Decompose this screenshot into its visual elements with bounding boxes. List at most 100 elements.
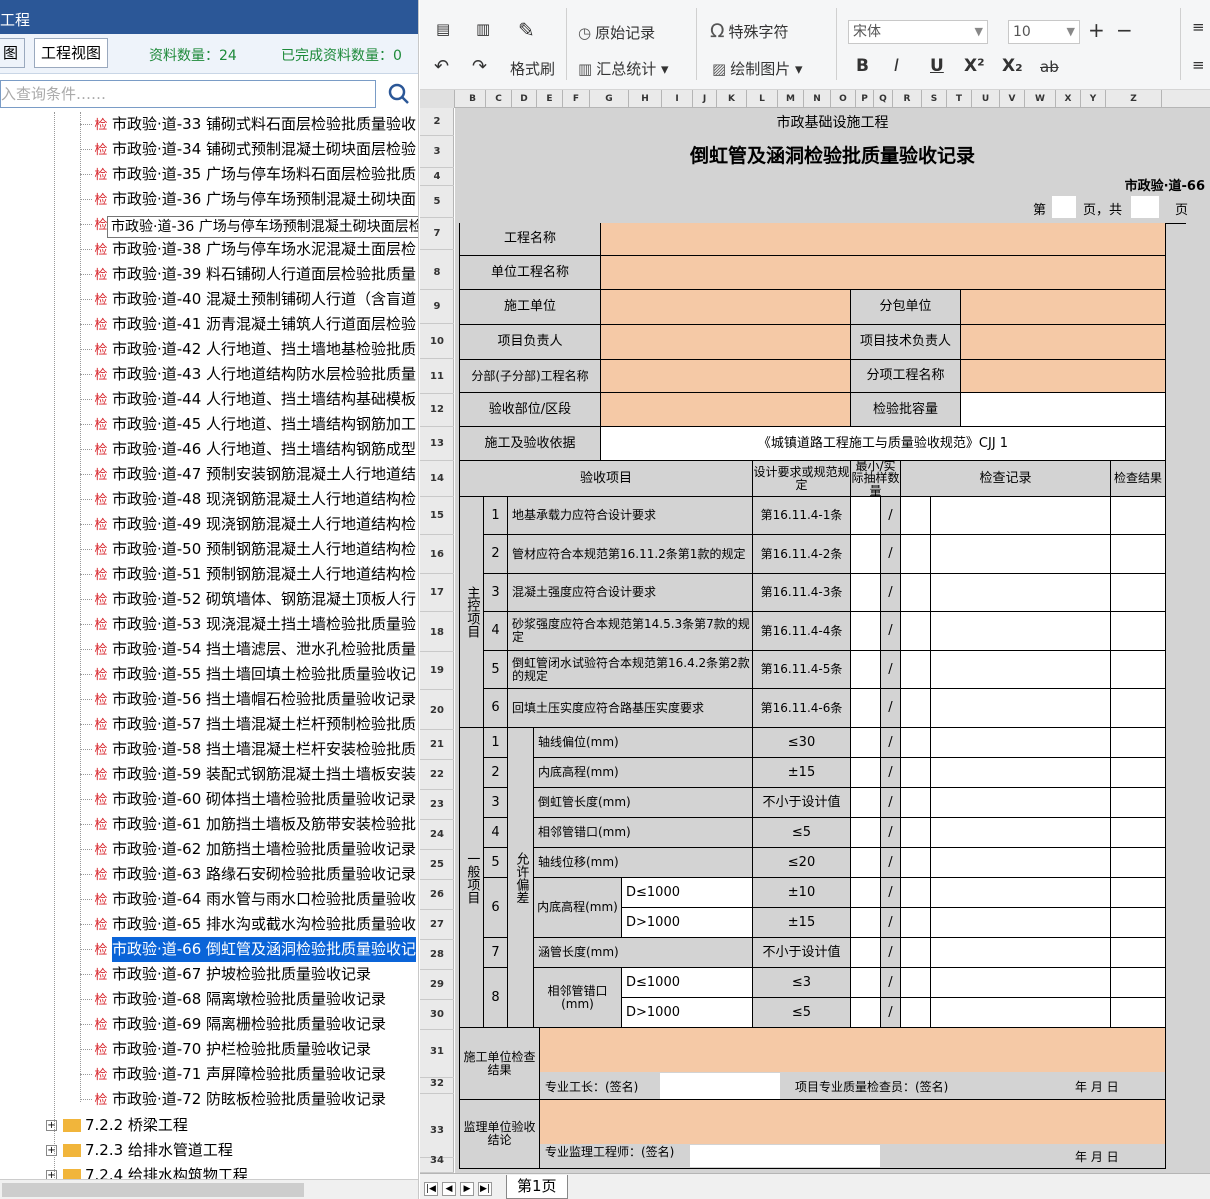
row-header-cell[interactable]: 16: [420, 535, 454, 574]
check-result[interactable]: [1111, 574, 1166, 612]
sample-min[interactable]: [851, 998, 881, 1028]
tree-item[interactable]: 检市政验·道-49 现浇钢筋混凝土人行地道结构检: [90, 512, 416, 537]
column-header-cell[interactable]: S: [922, 90, 947, 108]
check-record[interactable]: [931, 908, 1111, 938]
tree-item[interactable]: 检市政验·道-46 人行地道、挡土墙结构钢筋成型: [90, 437, 416, 462]
row-header-cell[interactable]: 8: [420, 256, 454, 290]
special-char-button[interactable]: Ω 特殊字符: [710, 20, 789, 42]
column-header-cell[interactable]: Y: [1081, 90, 1106, 108]
tree-item[interactable]: 检市政验·道-54 挡土墙滤层、泄水孔检验批质量: [90, 637, 416, 662]
sample-min[interactable]: [851, 535, 881, 574]
column-header-cell[interactable]: Q: [874, 90, 893, 108]
sample-actual[interactable]: [901, 574, 931, 612]
input-sub-item[interactable]: [961, 360, 1166, 393]
row-header-cell[interactable]: 31: [420, 1026, 454, 1078]
check-record[interactable]: [931, 848, 1111, 878]
check-result[interactable]: [1111, 497, 1166, 535]
sample-actual[interactable]: [901, 689, 931, 728]
check-result[interactable]: [1111, 651, 1166, 689]
check-record[interactable]: [931, 612, 1111, 651]
tree-item[interactable]: 检市政验·道-63 路缘石安砌检验批质量验收记录: [90, 862, 416, 887]
sample-actual[interactable]: [901, 818, 931, 848]
column-header-cell[interactable]: V: [1000, 90, 1025, 108]
check-record[interactable]: [931, 689, 1111, 728]
tree-item[interactable]: 检市政验·道-69 隔离栅检验批质量验收记录: [90, 1012, 386, 1037]
column-header-cell[interactable]: R: [893, 90, 922, 108]
sample-min[interactable]: [851, 758, 881, 788]
check-result[interactable]: [1111, 728, 1166, 758]
underline-button[interactable]: U: [930, 56, 944, 76]
tab-project-view[interactable]: 工程视图: [34, 38, 109, 68]
row-header-cell[interactable]: 28: [420, 940, 454, 970]
subscript-button[interactable]: X₂: [1002, 56, 1023, 76]
redo-icon[interactable]: ↷: [472, 56, 487, 77]
column-header-cell[interactable]: W: [1025, 90, 1056, 108]
input-pm[interactable]: [601, 325, 851, 360]
row-header-cell[interactable]: 10: [420, 325, 454, 359]
input-tech-lead[interactable]: [961, 325, 1166, 360]
tree-item[interactable]: 检市政验·道-51 预制钢筋混凝土人行地道结构检: [90, 562, 416, 587]
tree-item[interactable]: 检市政验·道-56 挡土墙帽石检验批质量验收记录: [90, 687, 416, 712]
column-header-cell[interactable]: F: [563, 90, 590, 108]
tree-item[interactable]: 检市政验·道-57 挡土墙混凝土栏杆预制检验批质: [90, 712, 416, 737]
sub-condition[interactable]: D≤1000: [622, 878, 753, 908]
sheet-tab[interactable]: 第1页: [506, 1175, 568, 1199]
sample-actual[interactable]: [901, 728, 931, 758]
sample-min[interactable]: [851, 818, 881, 848]
row-header-cell[interactable]: 5: [420, 186, 454, 218]
paste-icon[interactable]: ▥: [476, 20, 490, 38]
row-header-cell[interactable]: 11: [420, 360, 454, 394]
check-record[interactable]: [931, 728, 1111, 758]
row-header-cell[interactable]: 19: [420, 652, 454, 690]
column-header-cell[interactable]: N: [804, 90, 831, 108]
sample-min[interactable]: [851, 788, 881, 818]
draw-image-button[interactable]: ▨ 绘制图片 ▾: [712, 58, 803, 79]
sub-condition[interactable]: D≤1000: [622, 968, 753, 998]
search-input[interactable]: 入查询条件……: [0, 80, 376, 108]
sample-actual[interactable]: [901, 535, 931, 574]
column-header-cell[interactable]: L: [747, 90, 778, 108]
next-sheet-icon[interactable]: ▶: [460, 1182, 474, 1196]
sample-min[interactable]: [851, 938, 881, 968]
row-header-cell[interactable]: 17: [420, 574, 454, 612]
tree-item[interactable]: 检市政验·道-45 人行地道、挡土墙结构钢筋加工: [90, 412, 416, 437]
column-header-cell[interactable]: O: [831, 90, 856, 108]
sample-actual[interactable]: [901, 497, 931, 535]
sample-actual[interactable]: [901, 938, 931, 968]
check-result[interactable]: [1111, 878, 1166, 908]
input-contractor[interactable]: [601, 290, 851, 325]
input-batch-capacity[interactable]: [961, 393, 1166, 427]
engineer-signature-input[interactable]: [690, 1145, 880, 1167]
sample-actual[interactable]: [901, 758, 931, 788]
brush-icon[interactable]: ✎: [518, 18, 535, 42]
sample-min[interactable]: [851, 497, 881, 535]
row-header-cell[interactable]: 3: [420, 136, 454, 168]
column-header-cell[interactable]: T: [947, 90, 972, 108]
increase-font-icon[interactable]: +: [1088, 18, 1105, 42]
superscript-button[interactable]: X²: [964, 56, 985, 76]
column-header-cell[interactable]: Z: [1106, 90, 1162, 108]
horizontal-scrollbar[interactable]: [0, 1179, 418, 1199]
row-header-cell[interactable]: 2: [420, 108, 454, 136]
row-header-cell[interactable]: 9: [420, 290, 454, 324]
row-header-cell[interactable]: 29: [420, 970, 454, 1000]
column-header-cell[interactable]: G: [590, 90, 629, 108]
tree-item[interactable]: 检市政验·道-44 人行地道、挡土墙结构基础模板: [90, 387, 416, 412]
row-header-cell[interactable]: 15: [420, 497, 454, 535]
tree-item[interactable]: 检市政验·道-34 铺砌式预制混凝土砌块面层检验: [90, 137, 416, 162]
tree-item[interactable]: 检市政验·道-64 雨水管与雨水口检验批质量验收: [90, 887, 416, 912]
row-header-cell[interactable]: 14: [420, 461, 454, 497]
tree-item[interactable]: 检市政验·道-47 预制安装钢筋混凝土人行地道结: [90, 462, 416, 487]
check-result[interactable]: [1111, 818, 1166, 848]
tree-item[interactable]: 检市政验·道-71 声屏障检验批质量验收记录: [90, 1062, 386, 1087]
check-record[interactable]: [931, 998, 1111, 1028]
sample-min[interactable]: [851, 574, 881, 612]
row-header-cell[interactable]: 12: [420, 393, 454, 427]
sample-min[interactable]: [851, 728, 881, 758]
align-icon[interactable]: ≡: [1192, 56, 1205, 74]
row-header-cell[interactable]: 23: [420, 790, 454, 820]
input-unit-project[interactable]: [601, 256, 1166, 290]
tree-item[interactable]: 检市政验·道-52 砌筑墙体、钢筋混凝土顶板人行: [90, 587, 416, 612]
column-header-cell[interactable]: P: [856, 90, 874, 108]
tree-item[interactable]: 检市政验·道-68 隔离墩检验批质量验收记录: [90, 987, 386, 1012]
